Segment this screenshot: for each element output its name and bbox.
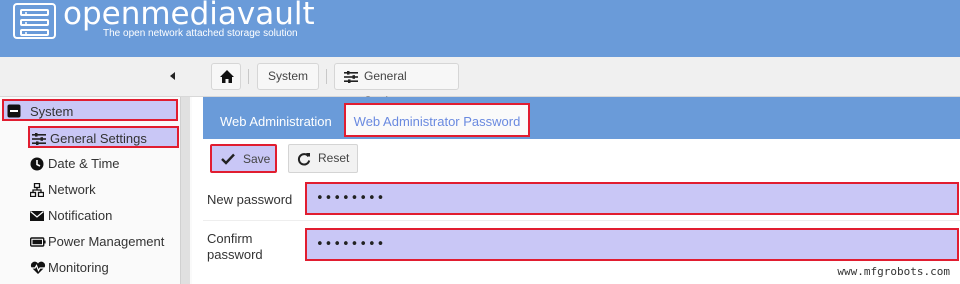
tab-web-administrator-password[interactable]: Web Administrator Password — [344, 103, 530, 137]
refresh-icon — [297, 153, 311, 166]
save-button-label: Save — [243, 152, 271, 166]
breadcrumb-separator — [248, 69, 249, 84]
sidebar-item-system[interactable]: System — [2, 99, 178, 121]
new-password-field[interactable] — [305, 182, 959, 215]
form-toolbar: Save Reset — [203, 139, 960, 179]
check-icon — [221, 153, 235, 165]
network-icon — [30, 183, 44, 197]
sidebar: System General Settings Date & Time Netw… — [0, 97, 192, 284]
app-tagline: The open network attached storage soluti… — [103, 28, 298, 39]
envelope-icon — [30, 211, 44, 221]
sidebar-scrollbar[interactable] — [180, 97, 190, 284]
heartbeat-icon — [30, 261, 46, 274]
new-password-label: New password — [207, 192, 293, 207]
app-header: openmediavault The open network attached… — [0, 0, 960, 57]
battery-icon — [30, 237, 46, 247]
breadcrumb-system[interactable]: System — [257, 63, 319, 90]
server-logo-icon — [13, 3, 56, 39]
sidebar-item-label: Power Management — [48, 234, 165, 249]
sidebar-item-label: System — [30, 104, 74, 119]
sidebar-item-label: General Settings — [50, 131, 147, 146]
sidebar-item-power-management[interactable]: Power Management — [28, 231, 164, 253]
clock-icon — [30, 157, 44, 171]
breadcrumb-separator — [326, 69, 327, 84]
tab-web-administration[interactable]: Web Administration — [220, 97, 332, 139]
sliders-icon — [32, 133, 46, 145]
breadcrumb-home[interactable] — [211, 63, 241, 90]
sidebar-item-label: Monitoring — [48, 260, 109, 275]
confirm-password-field[interactable] — [305, 228, 959, 261]
confirm-password-label: Confirm password — [207, 231, 263, 262]
tab-bar: Web Administration Web Administrator Pas… — [203, 97, 960, 139]
watermark-text: www.mfgrobots.com — [837, 265, 950, 278]
sidebar-item-label: Date & Time — [48, 156, 120, 171]
home-icon — [220, 70, 234, 83]
sliders-icon — [344, 71, 358, 83]
reset-button[interactable]: Reset — [288, 144, 358, 173]
sidebar-item-label: Notification — [48, 208, 113, 223]
sidebar-item-general-settings[interactable]: General Settings — [28, 126, 179, 148]
sidebar-item-monitoring[interactable]: Monitoring — [28, 257, 109, 279]
sidebar-item-date-time[interactable]: Date & Time — [28, 153, 120, 175]
form-divider — [203, 220, 960, 221]
save-button[interactable]: Save — [210, 144, 277, 173]
collapse-sidebar-icon[interactable] — [166, 69, 180, 83]
sidebar-item-network[interactable]: Network — [28, 179, 96, 201]
sidebar-item-notification[interactable]: Notification — [28, 205, 112, 227]
sidebar-item-label: Network — [48, 182, 96, 197]
reset-button-label: Reset — [318, 151, 350, 165]
breadcrumb-bar: System General Settings — [0, 57, 960, 108]
minus-square-icon — [7, 104, 21, 118]
breadcrumb-general-settings[interactable]: General Settings — [334, 63, 459, 108]
